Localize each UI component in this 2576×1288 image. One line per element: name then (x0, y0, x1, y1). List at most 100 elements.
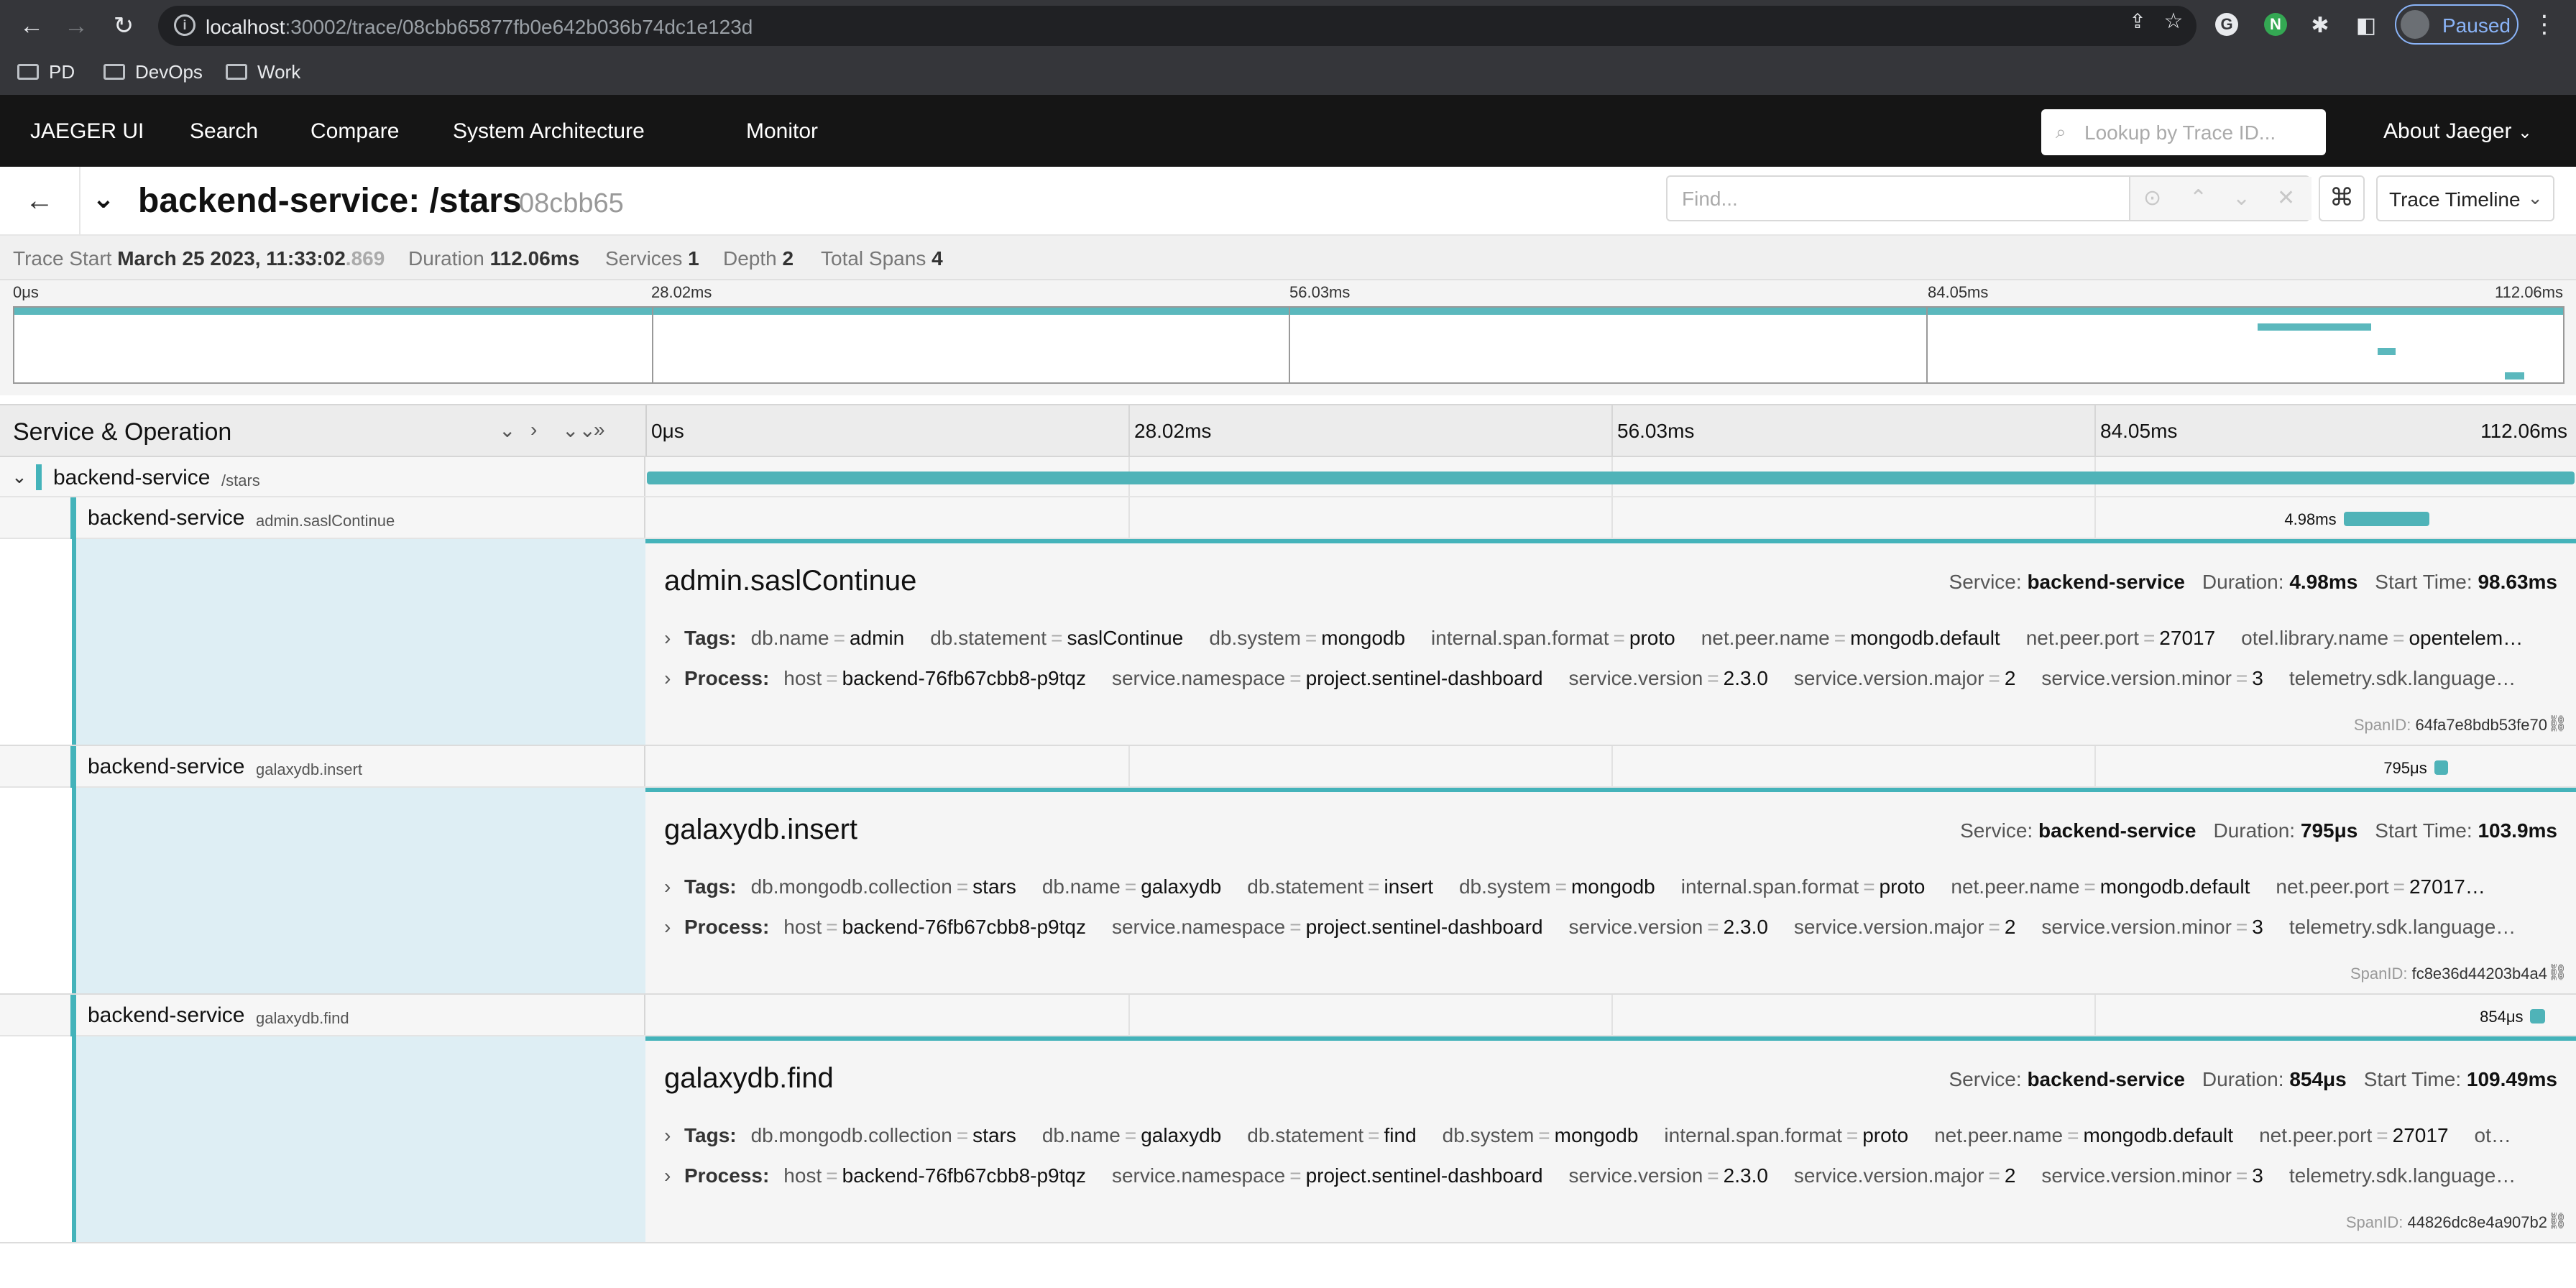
side-panel-icon[interactable]: ◧ (2352, 13, 2380, 39)
span-detail-content: galaxydb.find Service: backend-service Du… (645, 1036, 2576, 1242)
span-row[interactable]: backend-service admin.saslContinue 4.98m… (0, 497, 2576, 539)
span-row[interactable]: backend-service galaxydb.find 854μs (0, 995, 2576, 1036)
extensions-puzzle-icon[interactable]: ✱ (2306, 13, 2334, 39)
trace-id-lookup[interactable]: ⌕ (2041, 109, 2326, 155)
chevron-right-icon[interactable]: › (664, 916, 684, 939)
span-name-cell[interactable]: backend-service admin.saslContinue (0, 497, 645, 539)
collapse-one-icon[interactable]: ⌄ (499, 418, 515, 442)
kv-equals: = (2235, 667, 2248, 689)
span-bar[interactable] (2434, 760, 2448, 775)
back-arrow-icon[interactable]: ← (16, 12, 47, 40)
forward-arrow-icon[interactable]: → (60, 12, 92, 40)
process-section[interactable]: › Process: host = backend-76fb67cbb8-p9tqz se… (664, 1164, 2554, 1187)
expand-all-icon[interactable]: » (594, 418, 605, 441)
bookmark-work[interactable]: Work (226, 58, 300, 86)
span-row[interactable]: backend-service galaxydb.insert 795μs (0, 746, 2576, 788)
span-name-cell[interactable]: backend-service galaxydb.insert (0, 746, 645, 788)
detail-service-value: backend-service (2027, 1068, 2185, 1090)
locate-icon[interactable]: ⊙ (2143, 185, 2161, 211)
column-resizer[interactable] (645, 405, 647, 456)
span-row-root[interactable]: ⌄ backend-service /stars (0, 457, 2576, 497)
kv-value: proto (1879, 875, 1926, 898)
site-info-icon[interactable]: i (174, 14, 196, 36)
process-section[interactable]: › Process: host = backend-76fb67cbb8-p9tqz se… (664, 916, 2554, 939)
profile-button[interactable]: Paused (2395, 4, 2518, 45)
clear-icon[interactable]: ✕ (2277, 185, 2295, 211)
tags-section[interactable]: › Tags: db.mongodb.collection = stars db.name… (664, 1124, 2554, 1147)
process-section[interactable]: › Process: host = backend-76fb67cbb8-p9tqz se… (664, 667, 2554, 690)
chevron-right-icon[interactable]: › (664, 1164, 684, 1187)
trace-minimap[interactable]: 0μs 28.02ms 56.03ms 84.05ms 112.06ms (0, 280, 2576, 395)
link-icon[interactable]: ⛓ (2547, 1212, 2567, 1230)
bookmark-pd[interactable]: PD (17, 58, 75, 86)
kv-equals: = (2235, 916, 2248, 938)
kv-equals: = (1051, 627, 1063, 649)
chevron-down-icon[interactable]: ⌄ (12, 466, 27, 488)
trace-summary: Trace Start March 25 2023, 11:33:02.869 … (0, 236, 2576, 280)
kv-value: project.sentinel-dashboard (1305, 916, 1543, 938)
span-name-cell[interactable]: backend-service galaxydb.find (0, 995, 645, 1036)
collapse-all-icon[interactable]: ⌄⌄ (562, 418, 596, 442)
about-jaeger-menu[interactable]: About Jaeger ⌄ (2383, 119, 2532, 144)
kv-equals: = (956, 875, 969, 898)
span-id-value: 44826dc8e4a907b2 (2407, 1213, 2547, 1231)
kv-equals: = (2393, 627, 2405, 649)
reload-icon[interactable]: ↻ (108, 12, 139, 40)
nav-search[interactable]: Search (190, 119, 258, 144)
tags-section[interactable]: › Tags: db.mongodb.collection = stars db.name… (664, 875, 2554, 898)
url-text[interactable]: localhost:30002/trace/08cbb65877fb0e642b… (206, 16, 753, 39)
kv-key: net.peer.name (1701, 627, 1830, 649)
trace-id-input[interactable] (2083, 118, 2316, 148)
span-name-cell[interactable]: ⌄ backend-service /stars (0, 457, 645, 496)
next-result-icon[interactable]: ⌄ (2232, 185, 2250, 211)
detail-duration-value: 854μs (2289, 1068, 2347, 1090)
meta-label: Duration: (2213, 819, 2296, 842)
keyboard-shortcuts-icon[interactable]: ⌘ (2319, 175, 2365, 221)
detail-operation-title: galaxydb.find (664, 1062, 834, 1094)
view-mode-select[interactable]: Trace Timeline ⌄ (2376, 175, 2554, 221)
link-icon[interactable]: ⛓ (2547, 714, 2567, 733)
extension-g-icon[interactable]: G (2215, 13, 2238, 36)
tags-section[interactable]: › Tags: db.name = admin db.statement = saslCont… (664, 627, 2554, 650)
kv-pair: db.mongodb.collection = stars (751, 875, 1016, 898)
service-color-bar (70, 746, 76, 788)
kv-key: db.statement (1247, 1124, 1364, 1146)
kv-equals: = (1124, 1124, 1137, 1146)
find-input[interactable] (1680, 184, 2129, 214)
chevron-right-icon[interactable]: › (664, 627, 684, 650)
chevron-down-icon[interactable]: ⌄ (92, 183, 115, 215)
expand-one-icon[interactable]: › (530, 418, 537, 441)
kv-value: mongodb (1570, 875, 1655, 898)
nav-monitor[interactable]: Monitor (746, 119, 818, 144)
minimap-tick: 84.05ms (1928, 283, 1989, 301)
extension-n-icon[interactable]: N (2264, 13, 2287, 36)
kv-equals: = (2067, 1124, 2079, 1146)
kv-key: service.version (1568, 916, 1703, 938)
minimap-canvas[interactable] (13, 306, 2564, 384)
nav-compare[interactable]: Compare (310, 119, 399, 144)
chevron-right-icon[interactable]: › (664, 875, 684, 898)
back-arrow-icon[interactable]: ← (0, 167, 80, 234)
kv-pair: db.statement = insert (1247, 875, 1433, 898)
prev-result-icon[interactable]: ⌃ (2189, 185, 2207, 211)
kv-value: 27017 (2159, 627, 2216, 649)
chevron-right-icon[interactable]: › (664, 1124, 684, 1147)
kv-equals: = (1538, 1124, 1550, 1146)
kv-key: db.system (1442, 1124, 1535, 1146)
brand-link[interactable]: JAEGER UI (30, 119, 144, 144)
row-divider (2094, 497, 2096, 538)
kv-key: service.version.minor (2041, 916, 2232, 938)
summary-label: Services (605, 247, 683, 270)
span-bar[interactable] (647, 472, 2575, 484)
span-bar[interactable] (2530, 1009, 2545, 1024)
share-icon[interactable]: ⇪ (2123, 9, 2152, 34)
address-bar[interactable]: i localhost:30002/trace/08cbb65877fb0e64… (158, 6, 2196, 46)
link-icon[interactable]: ⛓ (2547, 963, 2567, 982)
bookmark-star-icon[interactable]: ☆ (2159, 9, 2188, 34)
kebab-menu-icon[interactable]: ⋮ (2531, 10, 2557, 39)
span-bar[interactable] (2343, 512, 2429, 526)
meta-label: Service: (1949, 571, 2022, 593)
nav-system-architecture[interactable]: System Architecture (453, 119, 645, 144)
bookmark-devops[interactable]: DevOps (104, 58, 203, 86)
chevron-right-icon[interactable]: › (664, 667, 684, 690)
